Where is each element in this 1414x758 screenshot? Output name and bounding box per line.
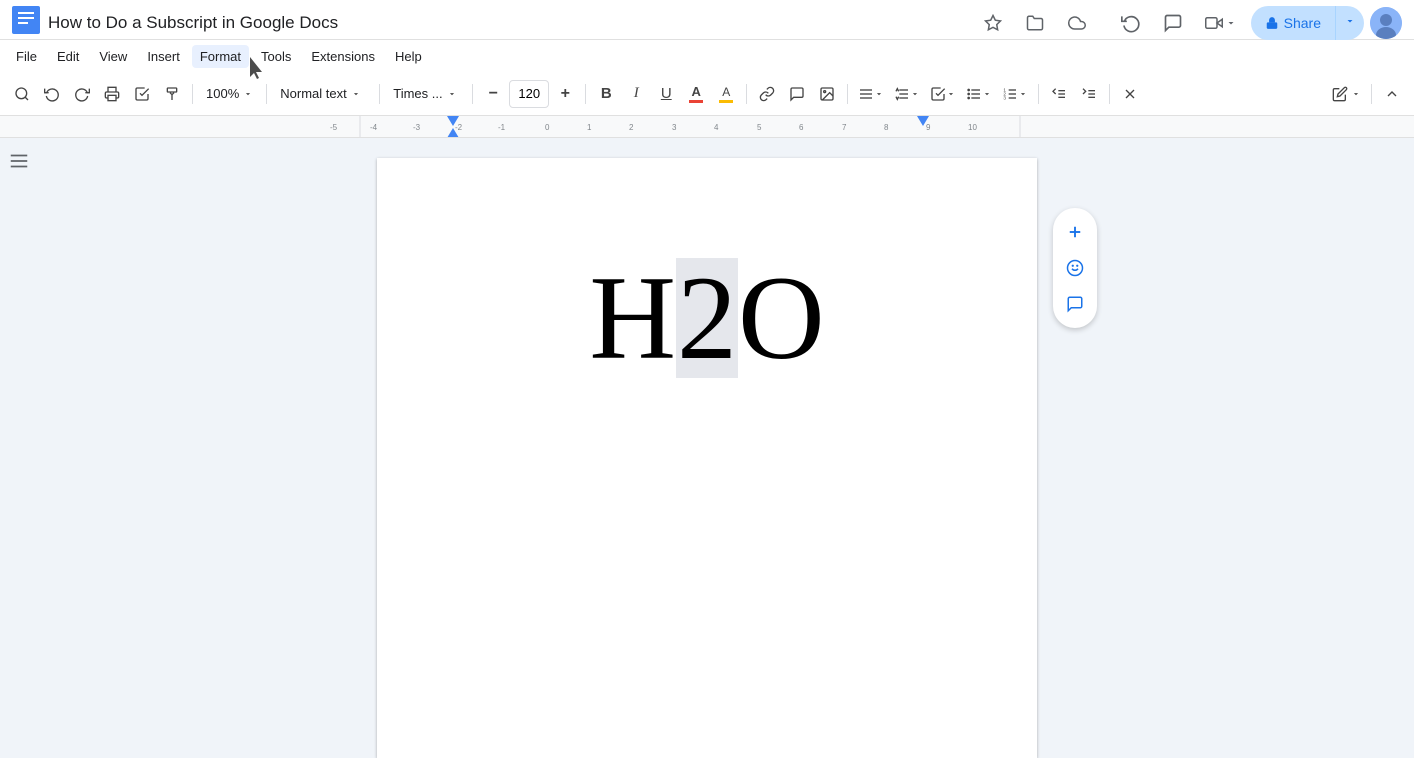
link-button[interactable] (753, 80, 781, 108)
sidebar-toggle[interactable] (8, 150, 30, 177)
o-letter: O (738, 258, 825, 378)
undo-button[interactable] (38, 80, 66, 108)
svg-text:3: 3 (672, 123, 677, 132)
paint-format-button[interactable] (158, 80, 186, 108)
title-icons (975, 5, 1095, 41)
separator-6 (746, 84, 747, 104)
svg-text:1: 1 (587, 123, 592, 132)
menubar: File Edit View Insert Format Tools Exten… (0, 40, 1414, 72)
svg-text:-3: -3 (413, 123, 421, 132)
svg-text:-4: -4 (370, 123, 378, 132)
clear-formatting-button[interactable] (1116, 80, 1144, 108)
separator-9 (1109, 84, 1110, 104)
svg-text:3: 3 (1004, 95, 1007, 100)
separator-4 (472, 84, 473, 104)
star-icon[interactable] (975, 5, 1011, 41)
menu-insert[interactable]: Insert (139, 45, 188, 68)
svg-text:6: 6 (799, 123, 804, 132)
underline-button[interactable]: U (652, 80, 680, 108)
bold-button[interactable]: B (592, 80, 620, 108)
history-icon[interactable] (1113, 5, 1149, 41)
doc-title[interactable]: How to Do a Subscript in Google Docs (48, 13, 965, 33)
menu-file[interactable]: File (8, 45, 45, 68)
expand-button[interactable] (1378, 80, 1406, 108)
text-color-button[interactable]: A (682, 80, 710, 108)
menu-help[interactable]: Help (387, 45, 430, 68)
avatar[interactable] (1370, 7, 1402, 39)
comment-side-button[interactable] (1059, 288, 1091, 320)
app-icon[interactable] (12, 6, 40, 39)
edit-mode-button[interactable] (1328, 80, 1365, 108)
comment-button[interactable] (783, 80, 811, 108)
ruler: -5 -4 -3 -2 -1 0 1 2 3 4 5 6 7 8 9 10 (0, 116, 1414, 138)
video-icon[interactable] (1197, 5, 1245, 41)
separator-1 (192, 84, 193, 104)
document-area[interactable]: H 2 O (0, 138, 1414, 758)
font-size-increase-button[interactable]: + (551, 80, 579, 108)
separator-8 (1038, 84, 1039, 104)
cloud-icon[interactable] (1059, 5, 1095, 41)
separator-3 (379, 84, 380, 104)
indent-less-button[interactable] (1045, 80, 1073, 108)
h-letter: H (589, 258, 676, 378)
image-button[interactable] (813, 80, 841, 108)
separator-2 (266, 84, 267, 104)
highlight-button[interactable]: A (712, 80, 740, 108)
chat-icon[interactable] (1155, 5, 1191, 41)
numbered-list-button[interactable]: 123 (998, 80, 1032, 108)
svg-text:0: 0 (545, 123, 550, 132)
spellcheck-button[interactable] (128, 80, 156, 108)
add-content-button[interactable] (1059, 216, 1091, 248)
svg-text:-1: -1 (498, 123, 506, 132)
menu-format[interactable]: Format (192, 45, 249, 68)
checklist-button[interactable] (926, 80, 960, 108)
text-style-label: Normal text (280, 86, 346, 101)
bullets-button[interactable] (962, 80, 996, 108)
align-button[interactable] (854, 80, 888, 108)
svg-text:-2: -2 (455, 123, 463, 132)
emoji-button[interactable] (1059, 252, 1091, 284)
svg-text:-5: -5 (330, 123, 338, 132)
separator-5 (585, 84, 586, 104)
toolbar: 100% Normal text Times ... − 120 + B I U… (0, 72, 1414, 116)
svg-text:2: 2 (629, 123, 634, 132)
main-area: H 2 O (0, 138, 1414, 758)
svg-text:9: 9 (926, 123, 931, 132)
svg-text:4: 4 (714, 123, 719, 132)
print-button[interactable] (98, 80, 126, 108)
separator-10 (1371, 84, 1372, 104)
menu-extensions[interactable]: Extensions (303, 45, 383, 68)
redo-button[interactable] (68, 80, 96, 108)
font-size-input[interactable]: 120 (509, 80, 549, 108)
zoom-select[interactable]: 100% (199, 80, 260, 108)
svg-text:10: 10 (968, 123, 977, 132)
title-bar: How to Do a Subscript in Google Docs Sh (0, 0, 1414, 40)
menu-view[interactable]: View (91, 45, 135, 68)
svg-text:7: 7 (842, 123, 847, 132)
subscript-2-highlighted: 2 (676, 258, 738, 378)
font-select[interactable]: Times ... (386, 80, 466, 108)
search-button[interactable] (8, 80, 36, 108)
svg-text:5: 5 (757, 123, 762, 132)
svg-text:8: 8 (884, 123, 889, 132)
h2o-text-container: H 2 O (437, 258, 977, 378)
document-page: H 2 O (377, 158, 1037, 758)
menu-tools[interactable]: Tools (253, 45, 299, 68)
line-spacing-button[interactable] (890, 80, 924, 108)
text-style-select[interactable]: Normal text (273, 80, 373, 108)
font-label: Times ... (393, 86, 442, 101)
italic-button[interactable]: I (622, 80, 650, 108)
font-size-decrease-button[interactable]: − (479, 80, 507, 108)
share-dropdown-button[interactable] (1335, 6, 1364, 40)
separator-7 (847, 84, 848, 104)
indent-more-button[interactable] (1075, 80, 1103, 108)
menu-edit[interactable]: Edit (49, 45, 87, 68)
folder-icon[interactable] (1017, 5, 1053, 41)
side-actions-panel (1053, 208, 1097, 328)
share-button[interactable]: Share (1251, 6, 1335, 40)
